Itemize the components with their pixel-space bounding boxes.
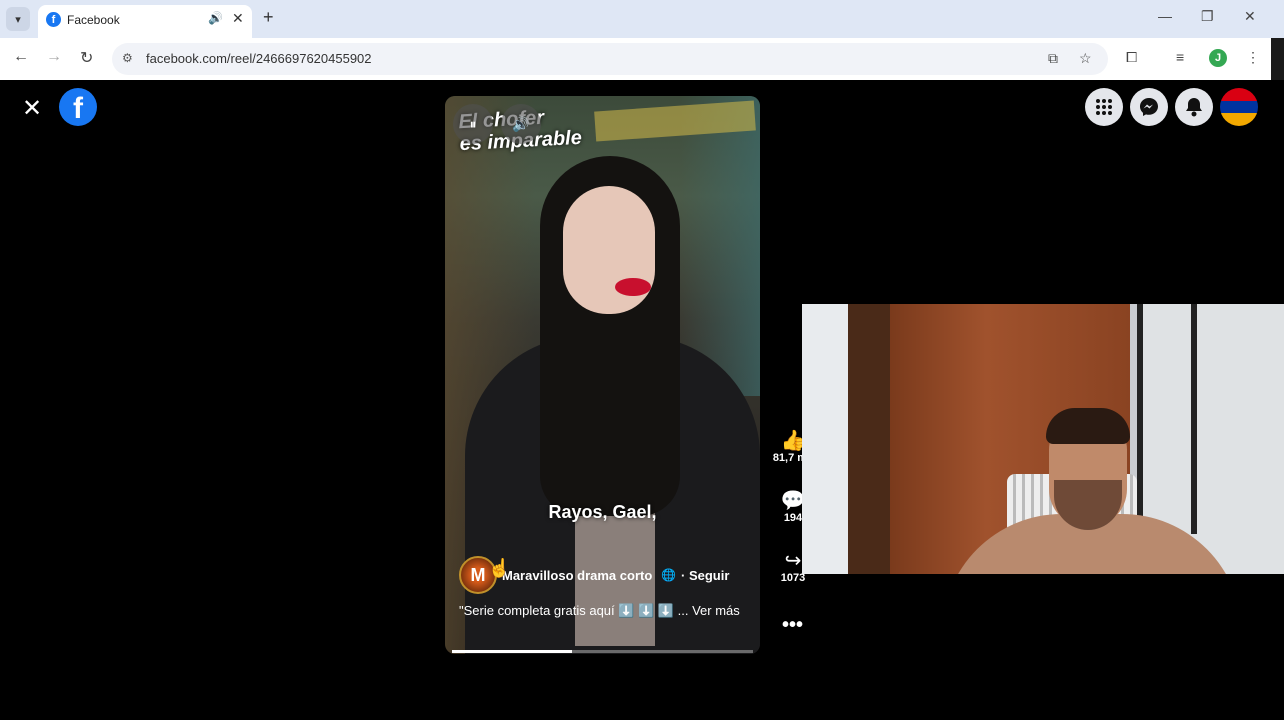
video-progress-fill — [452, 650, 573, 653]
actress-lips — [615, 278, 651, 296]
video-subtitle: Rayos, Gael, — [548, 502, 657, 522]
profile-avatar[interactable]: J — [1209, 49, 1227, 67]
tab-title: Facebook — [67, 13, 120, 27]
address-bar[interactable]: ⚙ facebook.com/reel/2466697620455902 ⧉ ☆ — [112, 43, 1108, 75]
webcam-background-clothes — [802, 304, 852, 574]
window-edge — [1271, 38, 1284, 80]
public-globe-icon: 🌐 — [661, 568, 676, 582]
close-tab-icon[interactable]: ✕ — [232, 10, 244, 27]
volume-button[interactable]: 🔊 — [501, 104, 541, 144]
webcam-door-frame — [848, 304, 890, 574]
facebook-favicon-icon: f — [46, 12, 61, 27]
author-name[interactable]: Maravilloso drama corto — [502, 568, 652, 583]
reel-caption[interactable]: "Serie completa gratis aquí ⬇️ ⬇️ ⬇️ ...… — [459, 602, 744, 620]
messenger-icon — [1140, 98, 1158, 116]
video-progress-bar[interactable] — [452, 650, 753, 653]
webcam-overlay — [802, 304, 1284, 574]
more-options-icon[interactable]: ••• — [782, 614, 803, 637]
extensions-icon[interactable]: ⧠ — [1126, 49, 1137, 66]
mouse-cursor-icon: ☝ — [488, 558, 511, 578]
facebook-logo-icon[interactable]: f — [59, 88, 97, 126]
media-controls-icon[interactable]: ≡ — [1176, 49, 1184, 65]
webcam-shelf — [1137, 304, 1197, 534]
bookmark-star-icon[interactable]: ☆ — [1079, 50, 1092, 67]
url-text[interactable]: facebook.com/reel/2466697620455902 — [146, 51, 372, 66]
grid-icon — [1096, 99, 1112, 115]
reload-icon[interactable]: ↻ — [80, 48, 93, 68]
follow-button[interactable]: · Seguir — [681, 568, 729, 583]
notifications-button[interactable] — [1175, 88, 1213, 126]
restore-icon[interactable]: ❐ — [1201, 8, 1214, 25]
close-reel-icon[interactable]: ✕ — [22, 94, 42, 123]
reel-page: ✕ f El chofer es imparable — [0, 80, 1284, 720]
bell-icon — [1186, 98, 1202, 117]
minimize-icon[interactable]: — — [1158, 8, 1172, 24]
tab-search-button[interactable]: ▾ — [6, 7, 30, 31]
browser-toolbar: ← → ↻ ⚙ facebook.com/reel/24666976204559… — [0, 38, 1271, 80]
webcam-person-hair — [1046, 408, 1130, 444]
install-app-icon[interactable]: ⧉ — [1048, 50, 1058, 67]
tab-facebook[interactable]: f Facebook 🔊 ✕ — [38, 5, 252, 38]
back-icon[interactable]: ← — [13, 48, 29, 66]
menu-grid-button[interactable] — [1085, 88, 1123, 126]
messenger-button[interactable] — [1130, 88, 1168, 126]
pause-button[interactable]: ⏸ — [453, 104, 493, 144]
audio-playing-icon[interactable]: 🔊 — [208, 11, 223, 25]
site-info-icon[interactable]: ⚙ — [122, 51, 133, 65]
account-avatar[interactable] — [1220, 88, 1258, 126]
tab-strip: ▾ f Facebook 🔊 ✕ + — ❐ ✕ — [0, 0, 1284, 38]
new-tab-button[interactable]: + — [263, 7, 274, 28]
close-window-icon[interactable]: ✕ — [1244, 8, 1256, 25]
menu-kebab-icon[interactable]: ⋮ — [1246, 49, 1260, 66]
forward-icon[interactable]: → — [46, 48, 62, 66]
